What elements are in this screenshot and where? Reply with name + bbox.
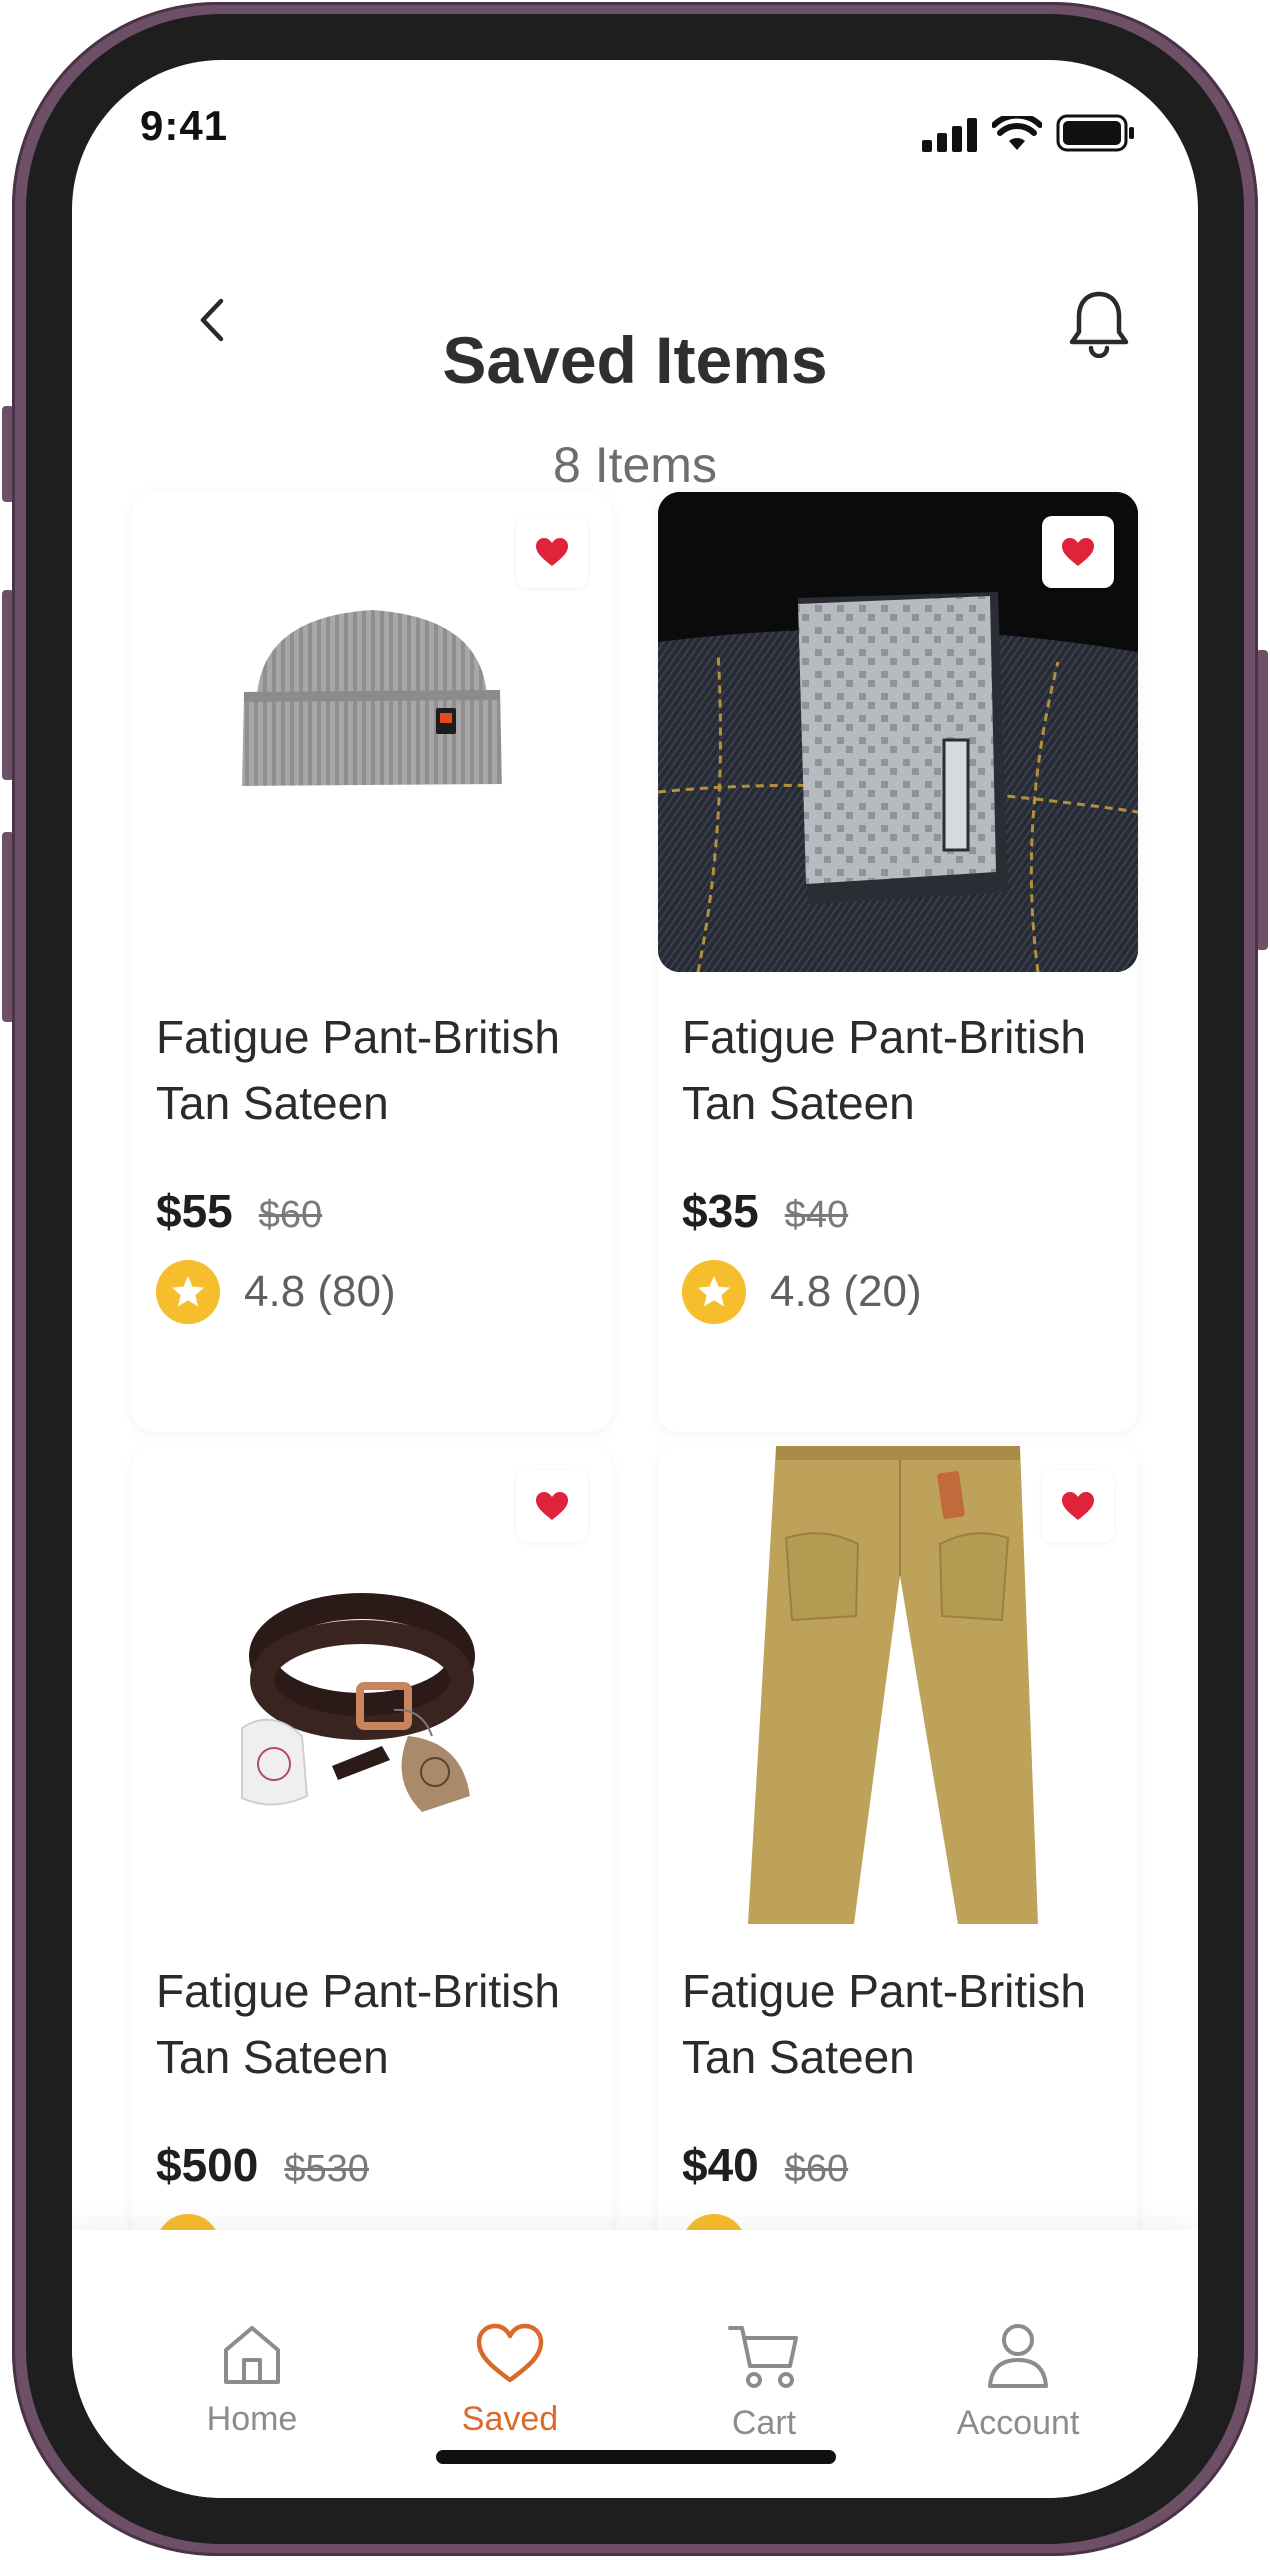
product-price: $40	[682, 2139, 759, 2191]
page-title: Saved Items	[442, 323, 828, 397]
product-old-price: $530	[284, 2148, 369, 2190]
battery-icon	[1056, 114, 1134, 152]
heart-filled-icon	[536, 1492, 568, 1520]
status-icons	[922, 114, 1136, 152]
home-icon	[224, 2326, 280, 2384]
item-count: 8 Items	[553, 437, 717, 493]
product-price: $55	[156, 1185, 233, 1237]
nav-item-account[interactable]: Account	[908, 2322, 1128, 2443]
star-icon	[682, 1260, 746, 1324]
product-old-price: $60	[784, 2148, 849, 2190]
wifi-icon	[992, 116, 1042, 150]
heart-icon	[476, 2323, 544, 2383]
app-screen: 9:41 Saved Items 8 Items Fatigue Pant-Br…	[72, 60, 1198, 2498]
heart-filled-icon	[1062, 538, 1094, 566]
favorite-button[interactable]	[1042, 516, 1114, 588]
product-old-price: $60	[258, 1194, 323, 1236]
favorite-button[interactable]	[516, 1470, 588, 1542]
star-icon	[156, 1260, 220, 1324]
product-old-price: $40	[784, 1194, 849, 1236]
product-name: Fatigue Pant-British Tan Sateen	[156, 1965, 560, 2083]
cellular-signal-icon	[922, 118, 977, 152]
favorite-button[interactable]	[516, 516, 588, 588]
price-row: $35 $40	[682, 1184, 848, 1238]
product-rating: 4.8 (80)	[244, 1267, 396, 1316]
nav-label: Account	[956, 2404, 1080, 2442]
product-price: $35	[682, 1185, 759, 1237]
product-name: Fatigue Pant-British Tan Sateen	[682, 1011, 1086, 1129]
product-name: Fatigue Pant-British Tan Sateen	[682, 1965, 1086, 2083]
heart-filled-icon	[536, 538, 568, 566]
price-row: $55 $60	[156, 1184, 322, 1238]
product-card[interactable]: Fatigue Pant-British Tan Sateen $35 $40 …	[658, 492, 1138, 1432]
bell-icon	[1069, 291, 1129, 358]
nav-item-cart[interactable]: Cart	[654, 2322, 874, 2443]
product-name: Fatigue Pant-British Tan Sateen	[156, 1011, 560, 1129]
nav-item-home[interactable]: Home	[142, 2322, 362, 2439]
price-row: $40 $60	[682, 2138, 848, 2192]
status-time: 9:41	[140, 102, 229, 149]
cart-icon	[728, 2326, 798, 2388]
user-icon	[988, 2324, 1048, 2388]
price-row: $500 $530	[156, 2138, 369, 2192]
nav-item-saved[interactable]: Saved	[400, 2322, 620, 2439]
nav-label: Home	[206, 2400, 298, 2438]
nav-label: Saved	[461, 2400, 559, 2438]
rating-row: 4.8 (20)	[682, 1260, 922, 1324]
product-price: $500	[156, 2139, 259, 2191]
product-card[interactable]: Fatigue Pant-British Tan Sateen $55 $60 …	[132, 492, 612, 1432]
home-indicator[interactable]	[436, 2450, 836, 2464]
rating-row: 4.8 (80)	[156, 1260, 396, 1324]
favorite-button[interactable]	[1042, 1470, 1114, 1542]
heart-filled-icon	[1062, 1492, 1094, 1520]
nav-label: Cart	[731, 2404, 797, 2442]
notifications-button[interactable]	[1054, 278, 1144, 368]
product-rating: 4.8 (20)	[770, 1267, 922, 1316]
